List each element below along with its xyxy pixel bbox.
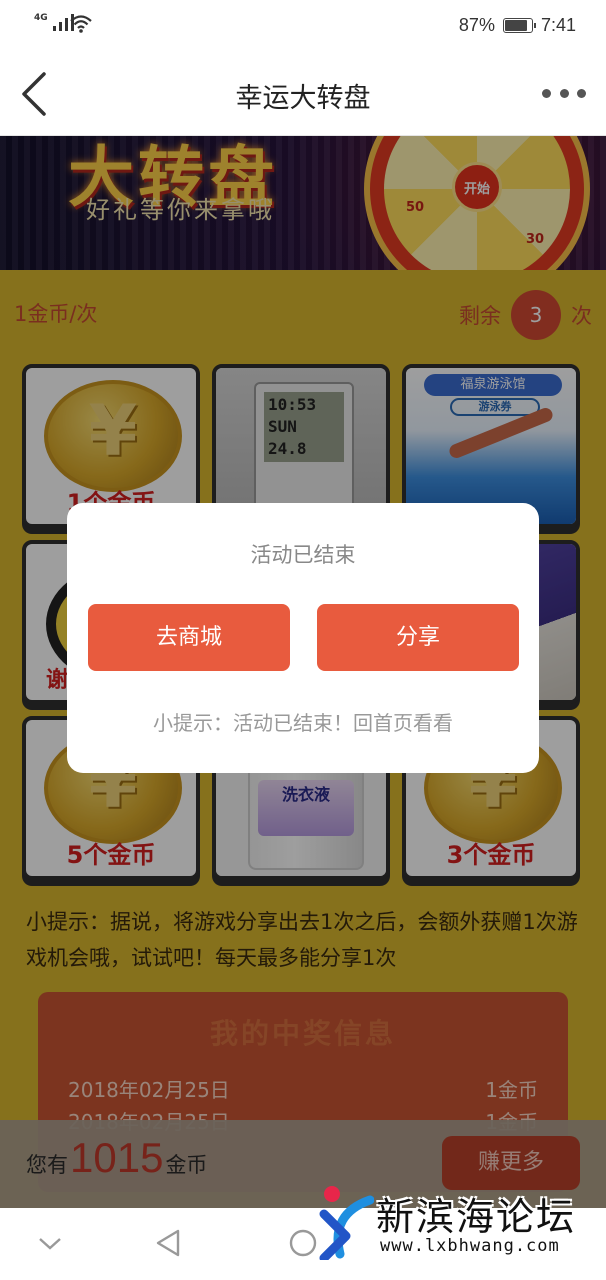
battery-icon (502, 18, 536, 33)
share-button[interactable]: 分享 (317, 604, 519, 671)
forum-watermark: 新滨海论坛 www.lxbhwang.com (300, 1180, 606, 1264)
status-bar: 4G 87% 7:41 (0, 0, 606, 52)
forum-logo-icon (319, 1186, 374, 1260)
forum-name: 新滨海论坛 (376, 1195, 577, 1239)
clock-time: 7:41 (540, 15, 576, 35)
dialog-title: 活动已结束 (250, 543, 356, 567)
dialog-tip: 小提示：活动已结束！回首页看看 (153, 711, 453, 735)
back-triangle-icon[interactable] (154, 1228, 182, 1258)
network-type: 4G (34, 13, 48, 23)
go-mall-button[interactable]: 去商城 (88, 604, 290, 671)
more-dots-icon[interactable] (542, 78, 586, 108)
activity-ended-dialog: 活动已结束 去商城 分享 小提示：活动已结束！回首页看看 (67, 503, 539, 773)
hide-keyboard-icon[interactable] (38, 1236, 62, 1252)
signal-icon: 4G (34, 14, 74, 31)
page-title: 幸运大转盘 (235, 83, 371, 114)
forum-url: www.lxbhwang.com (380, 1236, 560, 1256)
wifi-icon (70, 15, 92, 33)
top-navbar: 幸运大转盘 (0, 52, 606, 136)
battery-percent: 87% (458, 15, 495, 35)
